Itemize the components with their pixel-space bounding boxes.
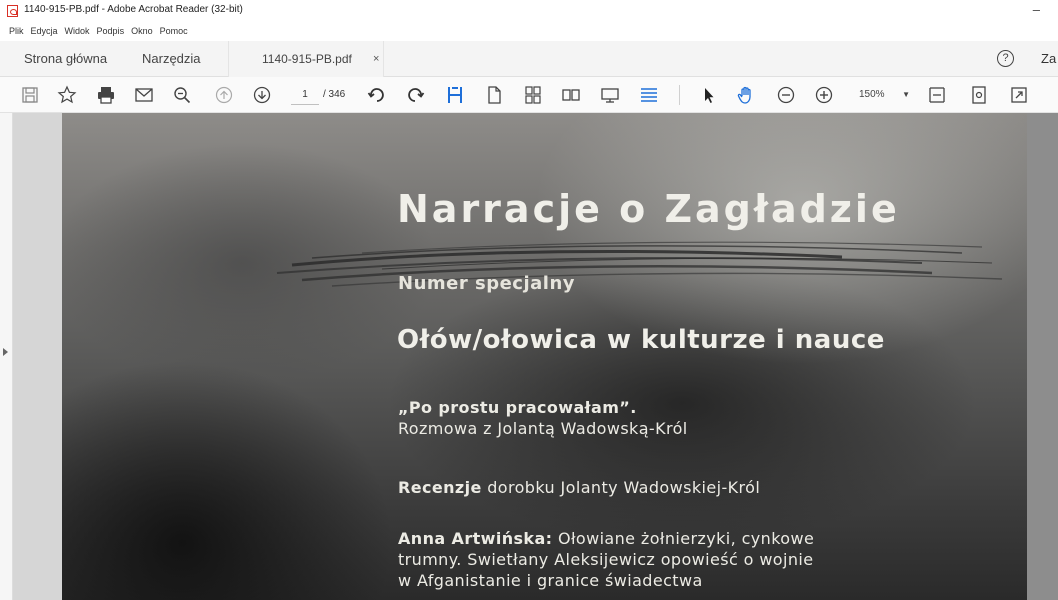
menu-edit[interactable]: Edycja [31,24,58,38]
page-view-icon[interactable] [968,84,990,106]
zoom-value: 150% [859,89,885,100]
pdf-page[interactable]: Narracje o Zagładzie Numer specjalny Ołó… [62,113,1027,600]
rotate-cw-icon[interactable] [404,84,426,106]
fit-page-icon[interactable] [444,84,466,106]
tab-home[interactable]: Strona główna [24,41,107,77]
contents-item-rest: dorobku Jolanty Wadowskiej-Król [481,478,761,497]
menu-file[interactable]: Plik [9,24,24,38]
page-total: / 346 [323,89,346,100]
zoom-select[interactable]: 150% ▼ [852,86,916,104]
contents-item-interview: „Po prostu pracowałam”. Rozmowa z Jolant… [398,397,688,439]
next-page-icon[interactable] [251,84,273,106]
contents-item-article: Anna Artwińska: Ołowiane żołnierzyki, cy… [398,528,814,591]
menu-view[interactable]: Widok [65,24,90,38]
cover-theme: Ołów/ołowica w kulturze i nauce [397,325,885,355]
acrobat-pdf-icon [7,5,18,17]
zoom-in-icon[interactable] [813,84,835,106]
cover-subtitle: Numer specjalny [398,273,575,294]
page-number-input[interactable]: 1 [291,86,319,105]
contents-item-reviews: Recenzje dorobku Jolanty Wadowskiej-Król [398,477,760,498]
contents-item-line: Rozmowa z Jolantą Wadowską-Król [398,419,688,438]
presentation-icon[interactable] [599,84,621,106]
save-icon[interactable] [19,84,41,106]
menu-help[interactable]: Pomoc [160,24,188,38]
fit-width-icon[interactable] [926,84,948,106]
zoom-search-icon[interactable] [171,84,193,106]
scroll-pages-icon[interactable] [522,84,544,106]
select-cursor-icon[interactable] [698,84,720,106]
help-icon[interactable]: ? [997,50,1014,67]
prev-page-icon[interactable] [213,84,235,106]
contents-item-bold: „Po prostu pracowałam”. [398,398,637,417]
chevron-right-icon [3,348,8,356]
email-icon[interactable] [133,84,155,106]
tab-close-icon[interactable]: × [373,41,379,77]
toolbar: 1 / 346 150% ▼ [0,77,1058,113]
contents-item-bold: Anna Artwińska: [398,529,553,548]
window-title-bar: 1140-915-PB.pdf - Adobe Acrobat Reader (… [0,0,1058,22]
print-icon[interactable] [95,84,117,106]
cover-title: Narracje o Zagładzie [397,187,900,231]
bookmark-star-icon[interactable] [56,84,78,106]
tab-tools[interactable]: Narzędzia [142,41,201,77]
single-page-icon[interactable] [483,84,505,106]
rotate-ccw-icon[interactable] [366,84,388,106]
tab-bar: Strona główna Narzędzia 1140-915-PB.pdf … [0,41,1058,77]
toolbar-separator [679,85,680,105]
hand-tool-icon[interactable] [735,84,757,106]
zoom-out-icon[interactable] [775,84,797,106]
window-title: 1140-915-PB.pdf - Adobe Acrobat Reader (… [24,4,243,15]
fullscreen-icon[interactable] [1008,84,1030,106]
chevron-down-icon: ▼ [902,90,910,99]
contents-item-line: w Afganistanie i granice świadectwa [398,571,703,590]
contents-item-rest: Ołowiane żołnierzyki, cynkowe [552,529,815,548]
menu-sign[interactable]: Podpis [97,24,125,38]
contents-item-bold: Recenzje [398,478,482,497]
menu-bar: Plik Edycja Widok Podpis Okno Pomoc [0,24,188,38]
left-panel-toggle[interactable] [0,113,13,600]
menu-window[interactable]: Okno [131,24,153,38]
right-margin [1027,113,1058,600]
contents-item-line: trumny. Swietłany Aleksijewicz opowieść … [398,550,814,569]
tab-document-label: 1140-915-PB.pdf [262,52,352,66]
sign-in-link[interactable]: Za [1041,41,1056,77]
minimize-button[interactable]: – [1033,2,1040,17]
reading-mode-icon[interactable] [638,84,660,106]
two-page-icon[interactable] [560,84,582,106]
tab-document[interactable]: 1140-915-PB.pdf × [228,41,384,77]
document-workspace[interactable]: Narracje o Zagładzie Numer specjalny Ołó… [0,113,1058,600]
